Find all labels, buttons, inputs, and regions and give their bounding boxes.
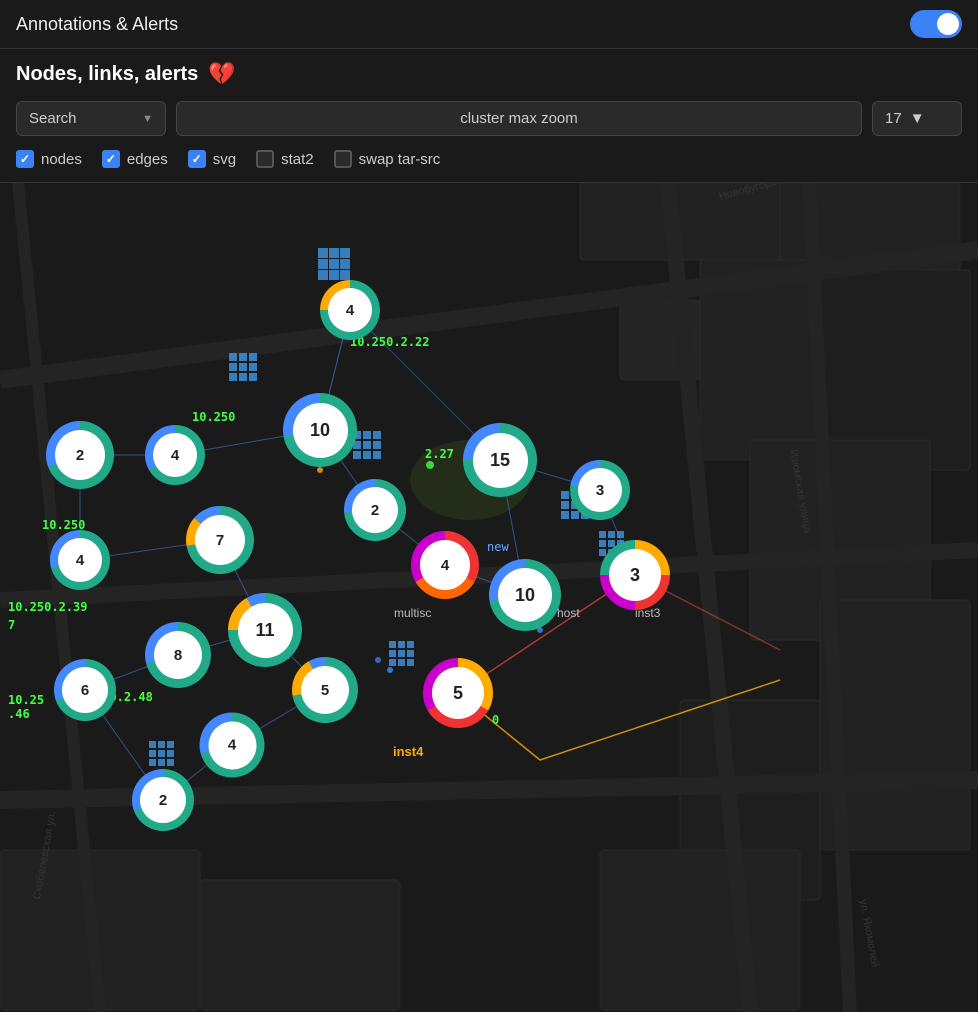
checkbox-swap-box[interactable] (334, 150, 352, 168)
cluster-c14[interactable]: 8 (145, 622, 211, 688)
cluster-label-c16: 5 (301, 666, 349, 714)
cluster-label-c18: 4 (208, 721, 256, 769)
controls-row: Search ▼ cluster max zoom 17 ▼ (16, 101, 962, 136)
control-panel: Nodes, links, alerts 💔 Search ▼ cluster … (0, 49, 978, 183)
cluster-label-c13: 11 (238, 603, 293, 658)
cluster-label-c8: 7 (195, 515, 245, 565)
checkbox-svg[interactable]: svg (188, 150, 236, 168)
cluster-c1[interactable]: 4 (320, 280, 380, 340)
cluster-c2[interactable]: 2 (46, 421, 114, 489)
cluster-c7[interactable]: 2 (344, 479, 406, 541)
cluster-label-c2: 2 (55, 430, 105, 480)
overlay-panel: Annotations & Alerts Nodes, links, alert… (0, 0, 978, 183)
cluster-c4[interactable]: 10 (283, 393, 357, 467)
cluster-c17[interactable]: 5 (423, 658, 493, 728)
panel-title: Nodes, links, alerts 💔 (16, 61, 962, 87)
cluster-label-c17: 5 (432, 667, 484, 719)
cluster-label-c9: 4 (58, 538, 102, 582)
cluster-c3[interactable]: 4 (145, 425, 205, 485)
cluster-max-zoom-label: cluster max zoom (176, 101, 862, 136)
checkbox-stat2[interactable]: stat2 (256, 150, 314, 168)
top-bar: Annotations & Alerts (0, 0, 978, 49)
checkbox-nodes-box[interactable] (16, 150, 34, 168)
checkbox-edges-box[interactable] (102, 150, 120, 168)
cluster-c5[interactable]: 15 (463, 423, 537, 497)
checkbox-nodes[interactable]: nodes (16, 150, 82, 168)
cluster-c6[interactable]: 3 (570, 460, 630, 520)
cluster-label-c3: 4 (153, 433, 197, 477)
cluster-c10[interactable]: 4 (411, 531, 479, 599)
cluster-c13[interactable]: 11 (228, 593, 302, 667)
zoom-dropdown[interactable]: 17 ▼ (872, 101, 962, 136)
cluster-c11[interactable]: 10 (489, 559, 561, 631)
cluster-label-c19: 2 (140, 777, 186, 823)
search-arrow-icon: ▼ (142, 113, 153, 125)
cluster-c12[interactable]: 3 (600, 540, 670, 610)
checkbox-svg-label: svg (213, 151, 236, 168)
cluster-label-c5: 15 (473, 433, 528, 488)
panel-title-text: Nodes, links, alerts (16, 63, 198, 86)
cluster-c19[interactable]: 2 (132, 769, 194, 831)
heart-broken-icon: 💔 (208, 61, 235, 87)
zoom-arrow-icon: ▼ (910, 110, 925, 127)
checkbox-swap-label: swap tar-src (359, 151, 441, 168)
cluster-label-c11: 10 (498, 568, 552, 622)
cluster-c9[interactable]: 4 (50, 530, 110, 590)
cluster-label-c12: 3 (609, 549, 661, 601)
cluster-c15[interactable]: 6 (54, 659, 116, 721)
checkbox-edges[interactable]: edges (102, 150, 168, 168)
cluster-label-c10: 4 (420, 540, 470, 590)
annotations-toggle[interactable] (910, 10, 962, 38)
checkbox-svg-box[interactable] (188, 150, 206, 168)
cluster-label-c7: 2 (352, 487, 398, 533)
cluster-label-c1: 4 (328, 288, 372, 332)
checkbox-swap[interactable]: swap tar-src (334, 150, 441, 168)
search-label: Search (29, 110, 77, 127)
cluster-label-c14: 8 (154, 631, 202, 679)
zoom-value: 17 (885, 110, 902, 127)
checkbox-edges-label: edges (127, 151, 168, 168)
cluster-label-c6: 3 (578, 468, 622, 512)
search-dropdown[interactable]: Search ▼ (16, 101, 166, 136)
checkbox-stat2-box[interactable] (256, 150, 274, 168)
cluster-label-c4: 10 (293, 403, 348, 458)
annotations-label: Annotations & Alerts (16, 14, 178, 35)
cluster-c8[interactable]: 7 (186, 506, 254, 574)
checkbox-nodes-label: nodes (41, 151, 82, 168)
cluster-c18[interactable]: 4 (200, 713, 265, 778)
checkbox-stat2-label: stat2 (281, 151, 314, 168)
cluster-label-c15: 6 (62, 667, 108, 713)
checkboxes-row: nodes edges svg stat2 swap tar-src (16, 150, 962, 168)
cluster-c16[interactable]: 5 (292, 657, 358, 723)
